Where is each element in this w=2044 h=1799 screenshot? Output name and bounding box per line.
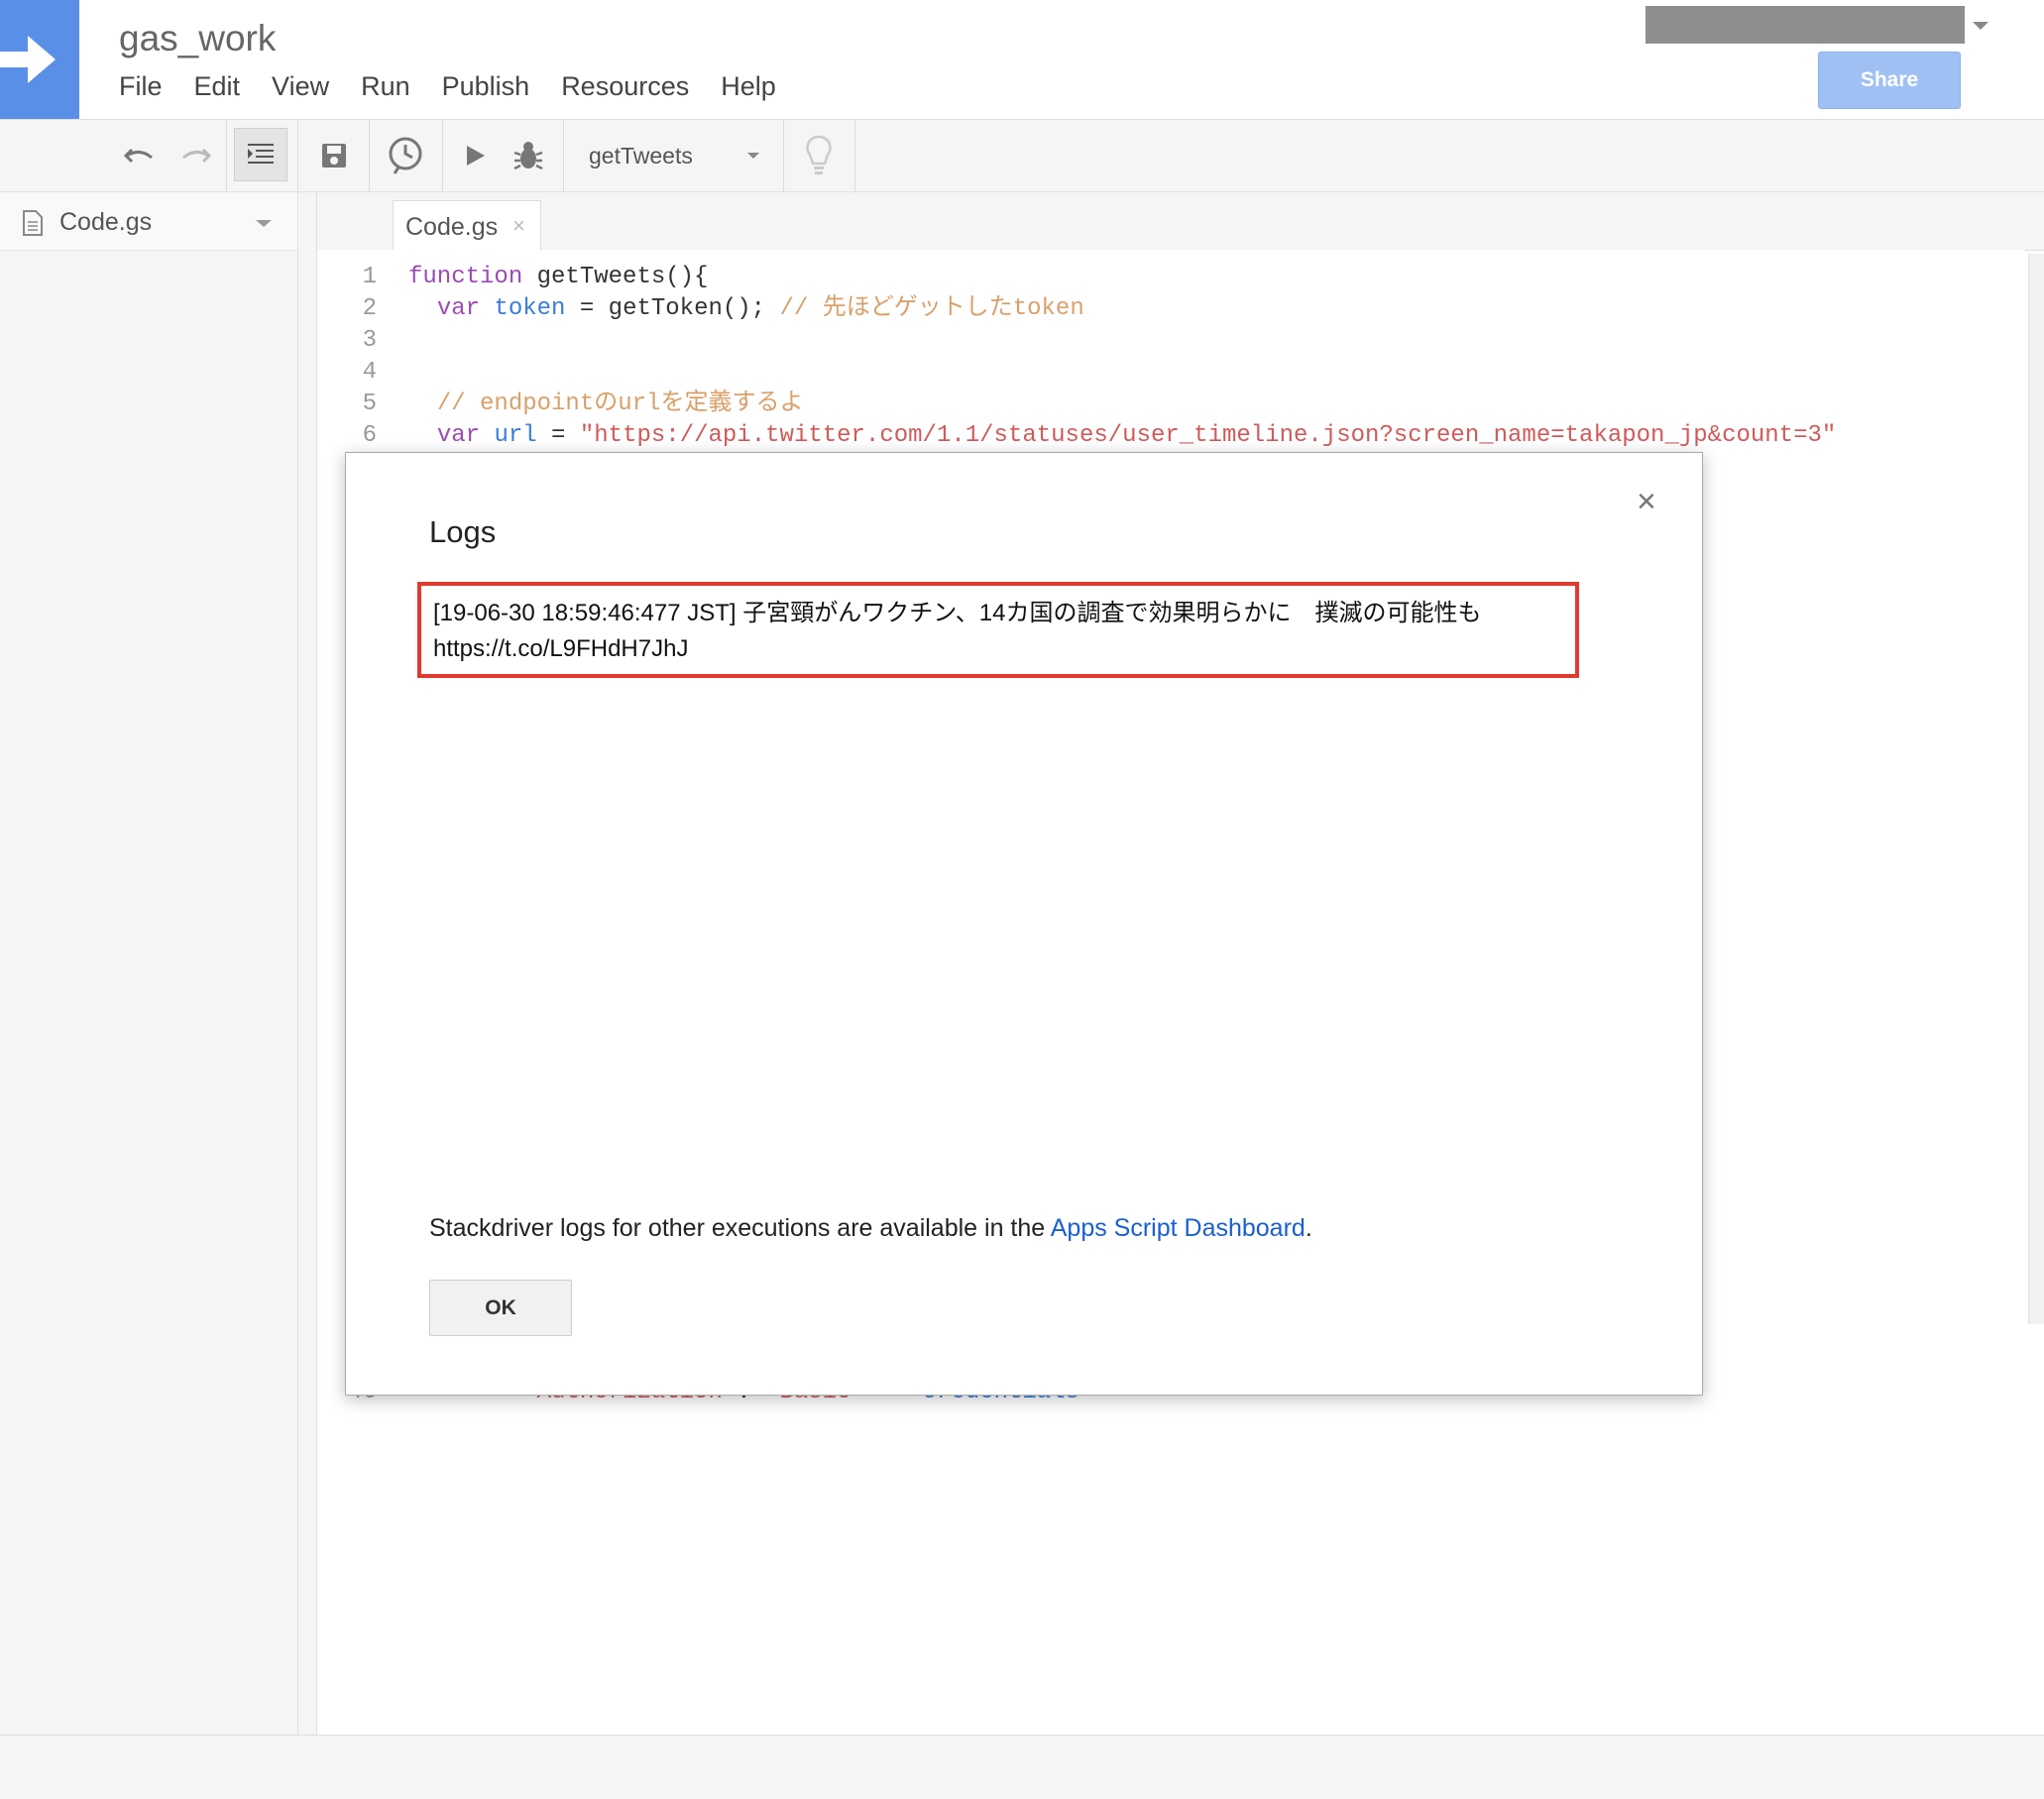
toolbar-separator	[226, 120, 227, 191]
line-number: 6	[362, 422, 377, 449]
code-token: var	[436, 295, 481, 322]
code-token: token	[494, 295, 566, 322]
footer-prefix: Stackdriver logs for other executions ar…	[429, 1214, 1051, 1242]
menu-file[interactable]: File	[119, 71, 163, 102]
toolbar-separator	[297, 120, 298, 191]
code-line[interactable]: 3	[317, 325, 408, 357]
line-number: 2	[362, 295, 377, 322]
save-icon[interactable]	[313, 120, 355, 191]
tab-close-icon[interactable]: ×	[512, 213, 525, 239]
code-line[interactable]: 5 // endpointのurlを定義するよ	[317, 389, 804, 420]
apps-script-arrow-icon	[0, 36, 56, 83]
editor-scrollbar[interactable]	[2028, 254, 2044, 1324]
line-number: 4	[362, 359, 377, 386]
sidebar-file-code-gs[interactable]: Code.gs	[0, 192, 297, 251]
undo-icon[interactable]	[119, 120, 161, 191]
redo-icon[interactable]	[174, 120, 216, 191]
apps-script-logo[interactable]	[0, 0, 79, 119]
status-bar	[0, 1735, 2044, 1799]
sidebar-file-label: Code.gs	[59, 208, 153, 236]
tab-code-gs[interactable]: Code.gs ×	[393, 200, 541, 251]
toolbar-separator	[369, 120, 370, 191]
toolbar-separator	[854, 120, 855, 191]
menu-publish[interactable]: Publish	[442, 71, 530, 102]
line-number: 3	[362, 327, 377, 354]
function-select-value: getTweets	[589, 142, 693, 169]
footer-suffix: .	[1305, 1214, 1312, 1242]
indent-icon[interactable]	[234, 128, 287, 181]
menu-edit[interactable]: Edit	[194, 71, 241, 102]
function-select[interactable]: getTweets	[563, 120, 783, 191]
debug-bug-icon[interactable]	[508, 120, 549, 191]
apps-script-dashboard-link[interactable]: Apps Script Dashboard	[1051, 1214, 1306, 1242]
menu-run[interactable]: Run	[361, 71, 410, 102]
lightbulb-icon[interactable]	[799, 120, 839, 191]
code-line[interactable]: 6 var url = "https://api.twitter.com/1.1…	[317, 420, 1837, 452]
menu-bar: File Edit View Run Publish Resources Hel…	[119, 71, 808, 102]
project-title[interactable]: gas_work	[119, 18, 276, 59]
chevron-down-icon[interactable]	[256, 220, 272, 227]
tab-label: Code.gs	[405, 213, 499, 241]
toolbar: getTweets	[0, 120, 2044, 192]
menu-resources[interactable]: Resources	[561, 71, 689, 102]
run-icon[interactable]	[458, 120, 494, 191]
code-line[interactable]: 2 var token = getToken(); // 先ほどゲットしたtok…	[317, 293, 1084, 325]
line-number: 1	[362, 264, 377, 290]
editor-tabs: Code.gs ×	[317, 192, 2044, 251]
ok-button[interactable]: OK	[429, 1280, 572, 1336]
code-line[interactable]: 1 function getTweets(){	[317, 262, 709, 293]
code-token: getTweets(){	[522, 264, 709, 290]
toolbar-separator	[442, 120, 443, 191]
close-icon[interactable]: ×	[1637, 483, 1656, 521]
code-token: "https://api.twitter.com/1.1/statuses/us…	[579, 422, 1837, 449]
code-token: // 先ほどゲットしたtoken	[779, 295, 1084, 322]
log-entry-url: https://t.co/L9FHdH7JhJ	[433, 635, 689, 662]
file-sidebar: Code.gs	[0, 192, 298, 1735]
code-token: url	[494, 422, 537, 449]
code-line[interactable]: 4	[317, 357, 408, 389]
toolbar-separator	[783, 120, 784, 191]
dialog-footer-text: Stackdriver logs for other executions ar…	[429, 1214, 1312, 1243]
code-token: = getToken();	[565, 295, 780, 322]
dialog-title: Logs	[429, 514, 497, 549]
share-button[interactable]: Share	[1818, 52, 1961, 109]
line-number: 5	[362, 391, 377, 417]
document-icon	[23, 210, 43, 236]
account-chevron-down-icon[interactable]	[1973, 22, 1988, 30]
log-output-highlight: [19-06-30 18:59:46:477 JST] 子宮頸がんワクチン、14…	[417, 582, 1579, 678]
account-redacted[interactable]	[1646, 6, 1965, 44]
code-token: function	[408, 264, 523, 290]
logs-dialog: × Logs [19-06-30 18:59:46:477 JST] 子宮頸がん…	[345, 452, 1703, 1396]
code-token: var	[436, 422, 481, 449]
menu-view[interactable]: View	[272, 71, 329, 102]
sidebar-resize-handle[interactable]	[298, 192, 317, 1735]
code-token: =	[536, 422, 580, 449]
chevron-down-icon	[747, 153, 759, 159]
menu-help[interactable]: Help	[721, 71, 776, 102]
code-token: // endpointのurlを定義するよ	[436, 391, 804, 417]
trigger-clock-icon[interactable]	[383, 120, 428, 191]
log-entry: [19-06-30 18:59:46:477 JST] 子宮頸がんワクチン、14…	[433, 600, 1482, 626]
